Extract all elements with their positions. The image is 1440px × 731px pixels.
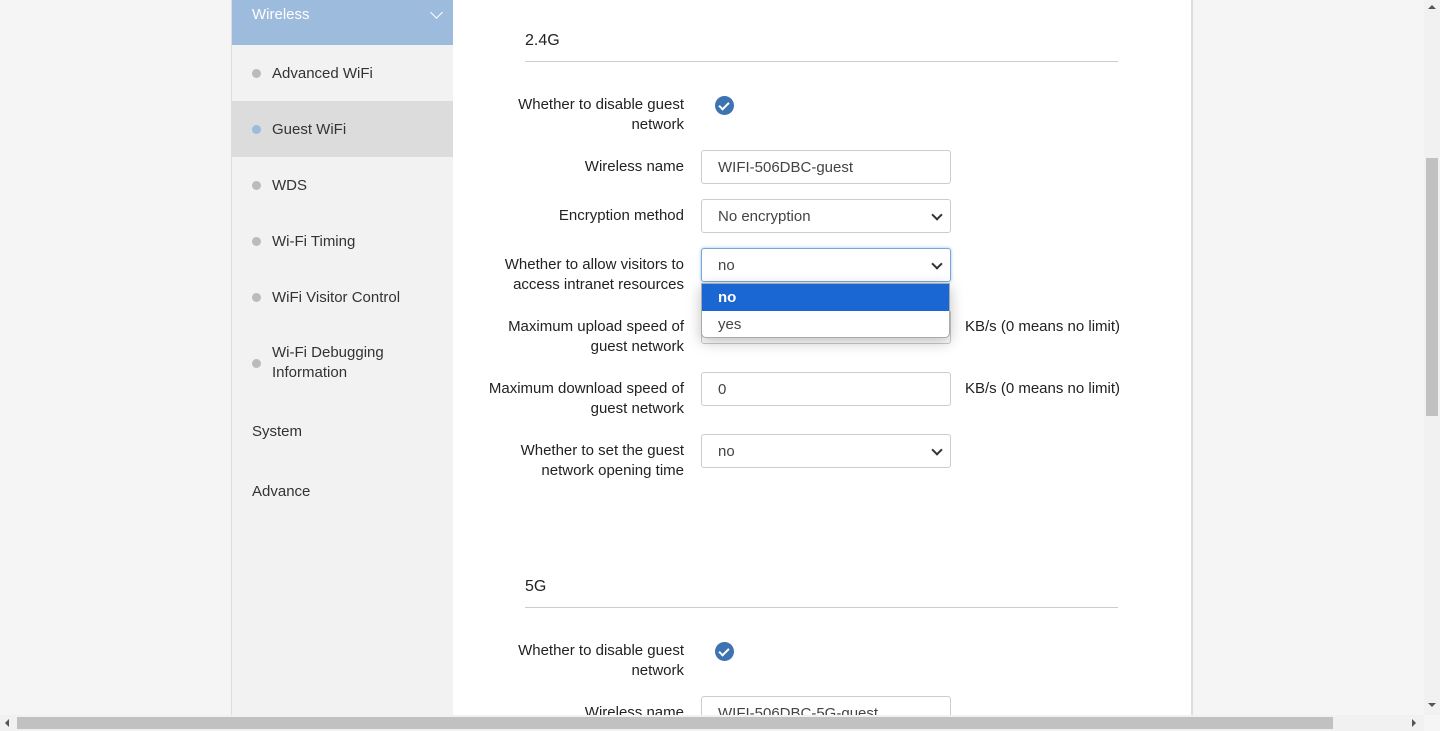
intranet-value: no — [718, 256, 735, 274]
menu-label: Advance — [252, 482, 311, 500]
sidebar-item-wifi-visitor-control[interactable]: WiFi Visitor Control — [232, 269, 453, 325]
encryption-select[interactable]: No encryption — [701, 199, 951, 233]
menu-wireless-label: Wireless — [252, 6, 310, 23]
sidebar-item-wifi-timing[interactable]: Wi-Fi Timing — [232, 213, 453, 269]
sidebar-item-advanced-wifi[interactable]: Advanced WiFi — [232, 45, 453, 101]
horizontal-scroll-thumb[interactable] — [17, 717, 1333, 729]
disable-guest-5g-checkbox[interactable] — [715, 642, 734, 661]
menu-wireless[interactable]: Wireless — [232, 0, 453, 45]
bullet-icon — [252, 68, 261, 78]
intranet-label: Whether to allow visitors to access intr… — [504, 256, 684, 293]
scroll-right-icon[interactable] — [1412, 719, 1416, 727]
intranet-dropdown-list: no yes — [701, 283, 950, 338]
wireless-name-input[interactable]: WIFI-506DBC-guest — [701, 150, 951, 184]
intranet-select[interactable]: no — [701, 248, 951, 282]
upload-unit: KB/s (0 means no limit) — [965, 318, 1121, 335]
opening-time-label: Whether to set the guest network opening… — [520, 442, 684, 479]
sidebar-item-label: Advanced WiFi — [272, 64, 373, 82]
encryption-value: No encryption — [718, 207, 811, 225]
opening-time-value: no — [718, 442, 735, 460]
section-title-5g: 5G — [525, 578, 1118, 608]
bullet-icon — [252, 292, 261, 302]
disable-guest-checkbox[interactable] — [715, 96, 734, 115]
download-unit: KB/s (0 means no limit) — [965, 380, 1121, 397]
bullet-icon — [252, 236, 261, 246]
horizontal-scrollbar[interactable] — [0, 715, 1424, 731]
disable-guest-label: Whether to disable guest network — [518, 96, 684, 133]
sidebar-item-label: WDS — [272, 176, 307, 194]
sidebar-item-wds[interactable]: WDS — [232, 157, 453, 213]
encryption-label: Encryption method — [558, 207, 684, 224]
sidebar-item-label: WiFi Visitor Control — [272, 288, 401, 306]
main-content: 2.4G Whether to disable guest network Wi… — [453, 0, 1193, 730]
bullet-icon — [252, 180, 261, 190]
menu-system[interactable]: System — [232, 401, 453, 461]
scroll-up-icon[interactable] — [1428, 5, 1436, 9]
wireless-name-label: Wireless name — [584, 158, 684, 175]
disable-guest-5g-label: Whether to disable guest network — [518, 642, 684, 679]
section-title-2-4g: 2.4G — [525, 32, 1118, 62]
chevron-down-icon — [430, 6, 443, 19]
option-yes[interactable]: yes — [702, 311, 949, 337]
sidebar-item-label: Guest WiFi — [272, 120, 347, 138]
bullet-icon — [252, 358, 261, 368]
menu-advance[interactable]: Advance — [232, 461, 453, 521]
sidebar-item-label: Wi-Fi Timing — [272, 232, 356, 250]
sidebar-item-wifi-debugging[interactable]: Wi-Fi Debugging Information — [232, 325, 453, 401]
scroll-down-icon[interactable] — [1428, 703, 1436, 707]
download-label: Maximum download speed of guest network — [488, 380, 684, 417]
sidebar-item-guest-wifi[interactable]: Guest WiFi — [232, 101, 453, 157]
bullet-icon — [252, 124, 261, 134]
vertical-scroll-thumb[interactable] — [1426, 158, 1438, 416]
opening-time-select[interactable]: no — [701, 434, 951, 468]
upload-label: Maximum upload speed of guest network — [508, 318, 684, 355]
option-no[interactable]: no — [702, 284, 949, 311]
sidebar-item-label: Wi-Fi Debugging Information — [272, 344, 384, 381]
menu-label: System — [252, 422, 303, 440]
scroll-left-icon[interactable] — [5, 719, 9, 727]
sidebar: Wireless Advanced WiFi Guest WiFi WDS Wi… — [231, 0, 453, 715]
vertical-scrollbar[interactable] — [1424, 0, 1440, 715]
download-input[interactable]: 0 — [701, 372, 951, 406]
